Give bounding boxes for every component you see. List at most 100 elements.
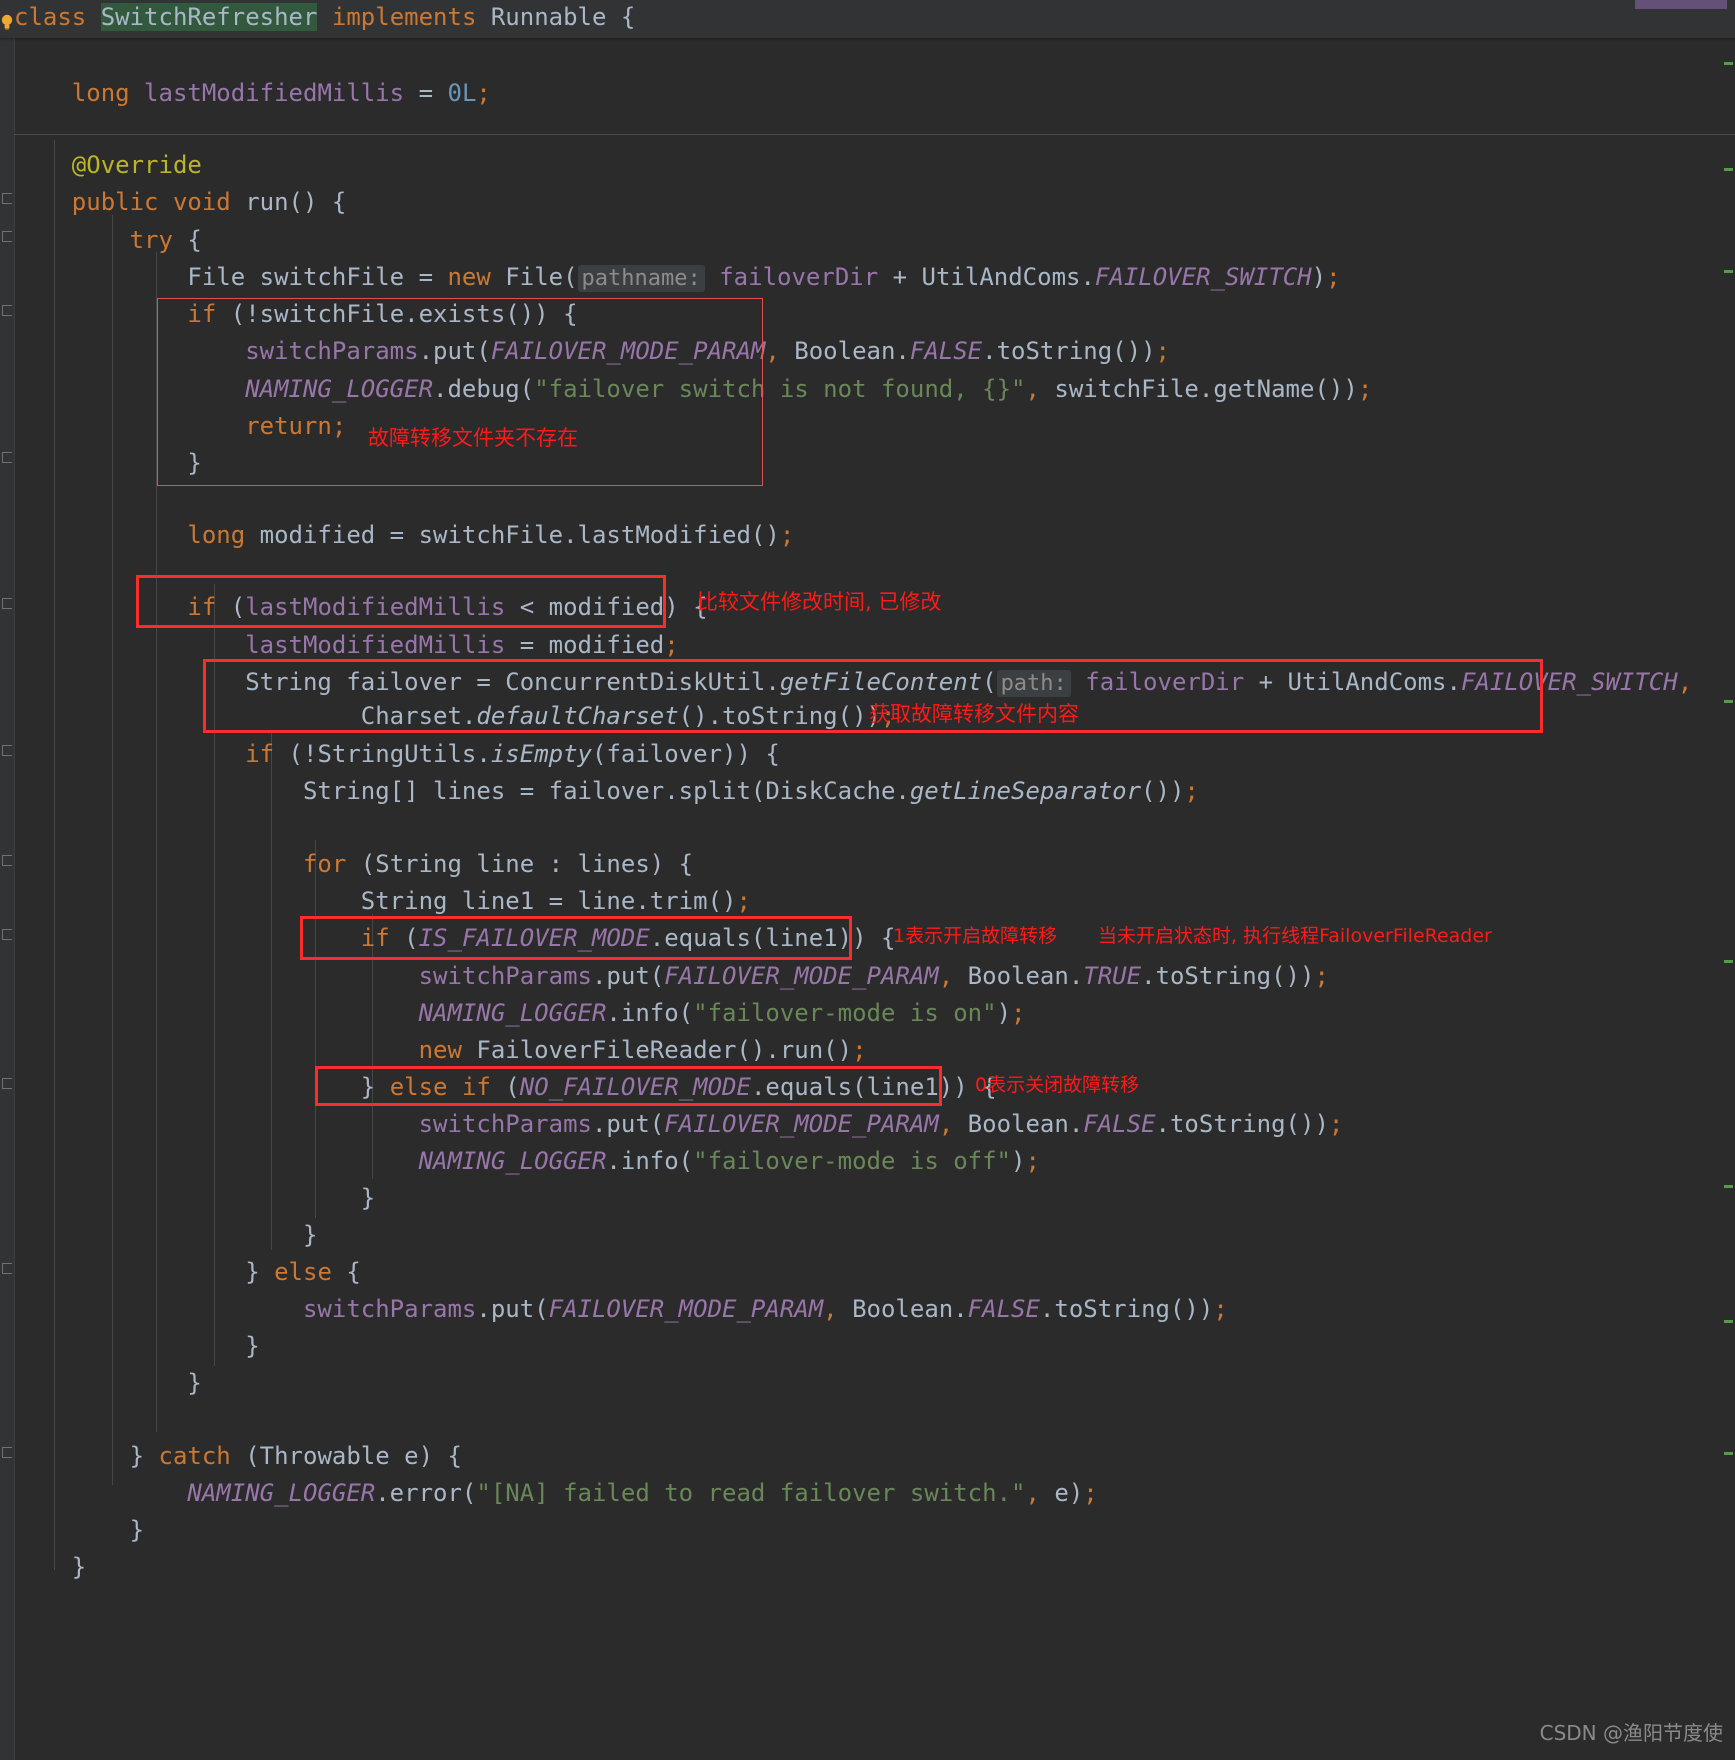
code-editor[interactable]: class SwitchRefresher implements Runnabl… <box>0 0 1735 1760</box>
code-token: IS_FAILOVER_MODE <box>418 924 650 952</box>
code-line: } else { <box>14 1251 361 1293</box>
error-stripe-mark[interactable] <box>1724 960 1733 963</box>
code-token: FALSE <box>1083 1110 1156 1138</box>
code-token: (Throwable e) { <box>230 1442 462 1470</box>
code-token: switchFile.getName()) <box>1039 375 1358 403</box>
code-token: if <box>360 924 390 952</box>
code-token: if <box>187 593 217 621</box>
code-token: ; <box>1328 1110 1344 1138</box>
code-line: public void run() { <box>14 181 347 223</box>
code-token: new <box>447 263 491 291</box>
code-line: switchParams.put(FAILOVER_MODE_PARAM, Bo… <box>14 330 1170 372</box>
scrollbar-thumb[interactable] <box>1635 0 1727 9</box>
code-token: < modified) { <box>505 593 708 621</box>
code-token: .toString()) <box>1155 1110 1329 1138</box>
intention-bulb-icon[interactable] <box>0 2 15 30</box>
code-token: Runnable { <box>476 3 636 31</box>
code-token: .info( <box>606 999 694 1027</box>
code-line: } <box>14 1325 259 1367</box>
error-stripe-mark[interactable] <box>1724 1185 1733 1188</box>
code-token: , <box>1025 1479 1040 1507</box>
code-line: NAMING_LOGGER.info("failover-mode is on"… <box>14 992 1026 1034</box>
code-token: .debug( <box>433 375 535 403</box>
code-token: void <box>172 188 231 216</box>
code-token: ; <box>664 631 679 659</box>
fold-marker-icon[interactable] <box>2 929 12 940</box>
error-stripe-mark[interactable] <box>1724 62 1733 65</box>
code-token: FAILOVER_MODE_PARAM <box>490 337 766 365</box>
fold-marker-icon[interactable] <box>2 305 12 316</box>
code-token: ; <box>1357 375 1373 403</box>
code-token: NO_FAILOVER_MODE <box>519 1073 751 1101</box>
code-token: ) <box>1011 1147 1026 1175</box>
code-token: ; <box>1083 1479 1098 1507</box>
code-token: ()) <box>1141 777 1185 805</box>
code-token: ; <box>1011 999 1026 1027</box>
code-token: ; <box>1184 777 1199 805</box>
fold-marker-icon[interactable] <box>2 231 12 242</box>
error-stripe-mark[interactable] <box>1724 1320 1733 1323</box>
error-stripe-mark[interactable] <box>1724 270 1733 273</box>
code-line: } <box>14 1546 86 1588</box>
error-stripe-mark[interactable] <box>1724 168 1733 171</box>
code-token: FALSE <box>909 337 983 365</box>
code-token: class <box>14 3 101 31</box>
code-token: { <box>331 1258 361 1286</box>
code-token: + UtilAndComs. <box>878 263 1095 291</box>
code-line: class SwitchRefresher implements Runnabl… <box>14 0 635 38</box>
fold-marker-icon[interactable] <box>2 1263 12 1274</box>
code-token: .put( <box>418 337 491 365</box>
code-token: ; <box>1314 962 1329 990</box>
fold-marker-icon[interactable] <box>2 193 12 204</box>
code-token: catch <box>158 1442 231 1470</box>
code-token: lastModifiedMillis <box>245 631 506 659</box>
fold-marker-icon[interactable] <box>2 855 12 866</box>
code-token: = modified <box>505 631 665 659</box>
code-token: Boolean. <box>953 962 1084 990</box>
fold-marker-icon[interactable] <box>2 1447 12 1458</box>
code-line: NAMING_LOGGER.debug("failover switch is … <box>14 368 1372 410</box>
code-token: ; <box>1326 263 1341 291</box>
error-stripe-mark[interactable] <box>1724 700 1733 703</box>
code-token: ( <box>490 1073 520 1101</box>
code-token: .put( <box>591 962 665 990</box>
code-token: "failover switch is not found, {}" <box>534 375 1026 403</box>
code-token: .equals(line1)) { <box>750 1073 997 1101</box>
code-token: long <box>71 79 130 107</box>
code-token: else <box>274 1258 332 1286</box>
code-token: .toString()) <box>1039 1295 1214 1323</box>
code-token: ( <box>216 593 246 621</box>
note-read-failover-content: 获取故障转移文件内容 <box>869 702 1079 726</box>
code-line: if (lastModifiedMillis < modified) { <box>14 586 708 628</box>
fold-marker-icon[interactable] <box>2 1078 12 1089</box>
fold-marker-icon[interactable] <box>2 452 12 463</box>
code-token: new <box>418 1036 462 1064</box>
code-token: String line1 = line.trim() <box>14 887 737 915</box>
code-line: String line1 = line.trim(); <box>14 880 751 922</box>
code-line: } <box>14 1509 144 1551</box>
code-line: if (!switchFile.exists()) { <box>14 293 577 335</box>
code-token: if <box>245 740 275 768</box>
editor-gutter[interactable] <box>0 0 14 1760</box>
code-token: "failover-mode is off" <box>693 1147 1012 1175</box>
fold-marker-icon[interactable] <box>2 598 12 609</box>
method-separator <box>14 134 1735 135</box>
code-token: , <box>1677 668 1693 696</box>
code-token: .equals(line1)) { <box>649 924 896 952</box>
code-token: .error( <box>375 1479 477 1507</box>
code-token: NAMING_LOGGER <box>418 999 607 1027</box>
fold-marker-icon[interactable] <box>2 745 12 756</box>
code-token: } <box>14 1258 275 1286</box>
error-stripe-mark[interactable] <box>1724 1452 1733 1455</box>
